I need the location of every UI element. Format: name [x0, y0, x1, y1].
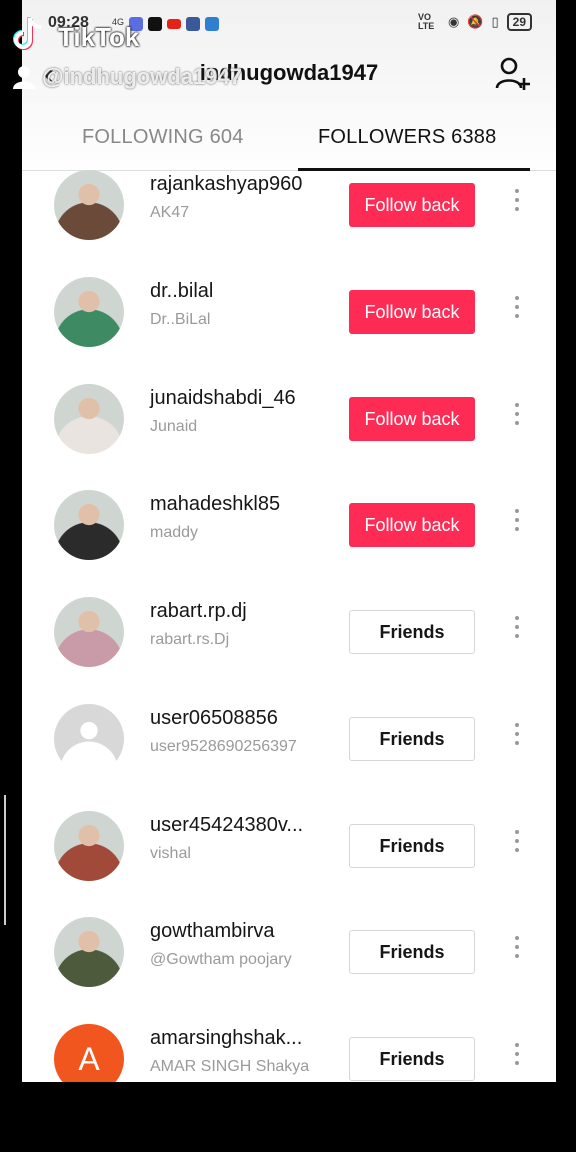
- tab-followers[interactable]: FOLLOWERS 6388: [318, 126, 496, 149]
- list-item[interactable]: dr..bilal Dr..BiLal Follow back: [22, 258, 556, 365]
- watermark-user-icon: [13, 66, 35, 89]
- follow-back-button[interactable]: Follow back: [349, 503, 475, 547]
- friends-button[interactable]: Friends: [349, 1037, 475, 1081]
- friends-button[interactable]: Friends: [349, 610, 475, 654]
- username[interactable]: gowthambirva: [150, 920, 275, 943]
- vibrate-icon: ▯: [491, 14, 499, 29]
- tab-bar: FOLLOWING 604 FOLLOWERS 6388: [22, 118, 556, 171]
- more-options-icon[interactable]: [512, 936, 522, 966]
- username[interactable]: user45424380v...: [150, 814, 303, 837]
- more-options-icon[interactable]: [512, 189, 522, 219]
- more-options-icon[interactable]: [512, 723, 522, 753]
- username[interactable]: dr..bilal: [150, 280, 213, 303]
- status-right: VO LTE ◉ 🔕 ▯ 29: [418, 13, 532, 31]
- more-options-icon[interactable]: [512, 403, 522, 433]
- followers-list[interactable]: rajankashyap960 AK47 Follow back dr..bilal D…: [22, 170, 556, 1082]
- nickname: Dr..BiLal: [150, 311, 211, 328]
- list-item[interactable]: Aamarsinghshak... AMAR SINGH Shakya Friend…: [22, 1005, 556, 1082]
- more-options-icon[interactable]: [512, 616, 522, 646]
- watermark-user: @indhugowda1947: [42, 64, 242, 89]
- nickname: user9528690256397: [150, 738, 297, 755]
- watermark-brand: TikTok: [58, 22, 140, 52]
- avatar-letter: A: [78, 1040, 100, 1077]
- nickname: AMAR SINGH Shakya: [150, 1058, 310, 1075]
- dnd-icon: ◉: [447, 14, 460, 29]
- scrollbar[interactable]: [4, 795, 6, 925]
- friends-button[interactable]: Friends: [349, 930, 475, 974]
- list-item[interactable]: junaidshabdi_46 Junaid Follow back: [22, 365, 556, 472]
- nickname: vishal: [150, 845, 191, 862]
- username[interactable]: user06508856: [150, 707, 278, 730]
- username[interactable]: junaidshabdi_46: [150, 387, 296, 410]
- nickname: AK47: [150, 204, 190, 221]
- avatar[interactable]: [54, 384, 124, 454]
- follow-back-button[interactable]: Follow back: [349, 183, 475, 227]
- mute-icon: 🔕: [467, 14, 484, 29]
- username[interactable]: mahadeshkl85: [150, 493, 280, 516]
- tab-following[interactable]: FOLLOWING 604: [82, 126, 244, 149]
- avatar[interactable]: [54, 597, 124, 667]
- more-options-icon[interactable]: [512, 1043, 522, 1073]
- friends-button[interactable]: Friends: [349, 824, 475, 868]
- nickname: @Gowtham poojary: [150, 951, 292, 968]
- more-options-icon[interactable]: [512, 830, 522, 860]
- list-item[interactable]: user06508856 user9528690256397 Friends: [22, 685, 556, 792]
- more-options-icon[interactable]: [512, 509, 522, 539]
- add-friend-icon[interactable]: [494, 54, 534, 94]
- username[interactable]: rajankashyap960: [150, 173, 302, 196]
- avatar[interactable]: [54, 277, 124, 347]
- avatar[interactable]: A: [54, 1024, 124, 1082]
- list-item[interactable]: gowthambirva @Gowtham poojary Friends: [22, 898, 556, 1005]
- more-options-icon[interactable]: [512, 296, 522, 326]
- list-item[interactable]: mahadeshkl85 maddy Follow back: [22, 471, 556, 578]
- follow-back-button[interactable]: Follow back: [349, 397, 475, 441]
- list-item[interactable]: user45424380v... vishal Friends: [22, 792, 556, 899]
- app-icon-2: [205, 17, 220, 31]
- list-item[interactable]: rabart.rp.dj rabart.rs.Dj Friends: [22, 578, 556, 685]
- list-item[interactable]: rajankashyap960 AK47 Follow back: [22, 170, 556, 258]
- avatar[interactable]: [54, 170, 124, 240]
- nickname: maddy: [150, 524, 199, 541]
- facebook-icon: [186, 17, 201, 31]
- tiktok-icon: [148, 17, 163, 31]
- screen: 09:28 4G VO LTE ◉ 🔕 ▯ 29 ‹ indhugowda194…: [22, 0, 556, 1082]
- avatar[interactable]: [54, 811, 124, 881]
- tiktok-logo-icon: [13, 17, 42, 50]
- volte-icon: VO LTE: [417, 12, 435, 31]
- avatar[interactable]: [54, 704, 124, 774]
- battery-indicator: 29: [506, 13, 532, 31]
- avatar[interactable]: [54, 490, 124, 560]
- nickname: rabart.rs.Dj: [150, 631, 230, 648]
- username[interactable]: rabart.rp.dj: [150, 600, 247, 623]
- youtube-icon: [167, 19, 182, 29]
- follow-back-button[interactable]: Follow back: [349, 290, 475, 334]
- nickname: Junaid: [150, 418, 198, 435]
- avatar[interactable]: [54, 917, 124, 987]
- friends-button[interactable]: Friends: [349, 717, 475, 761]
- username[interactable]: amarsinghshak...: [150, 1027, 302, 1050]
